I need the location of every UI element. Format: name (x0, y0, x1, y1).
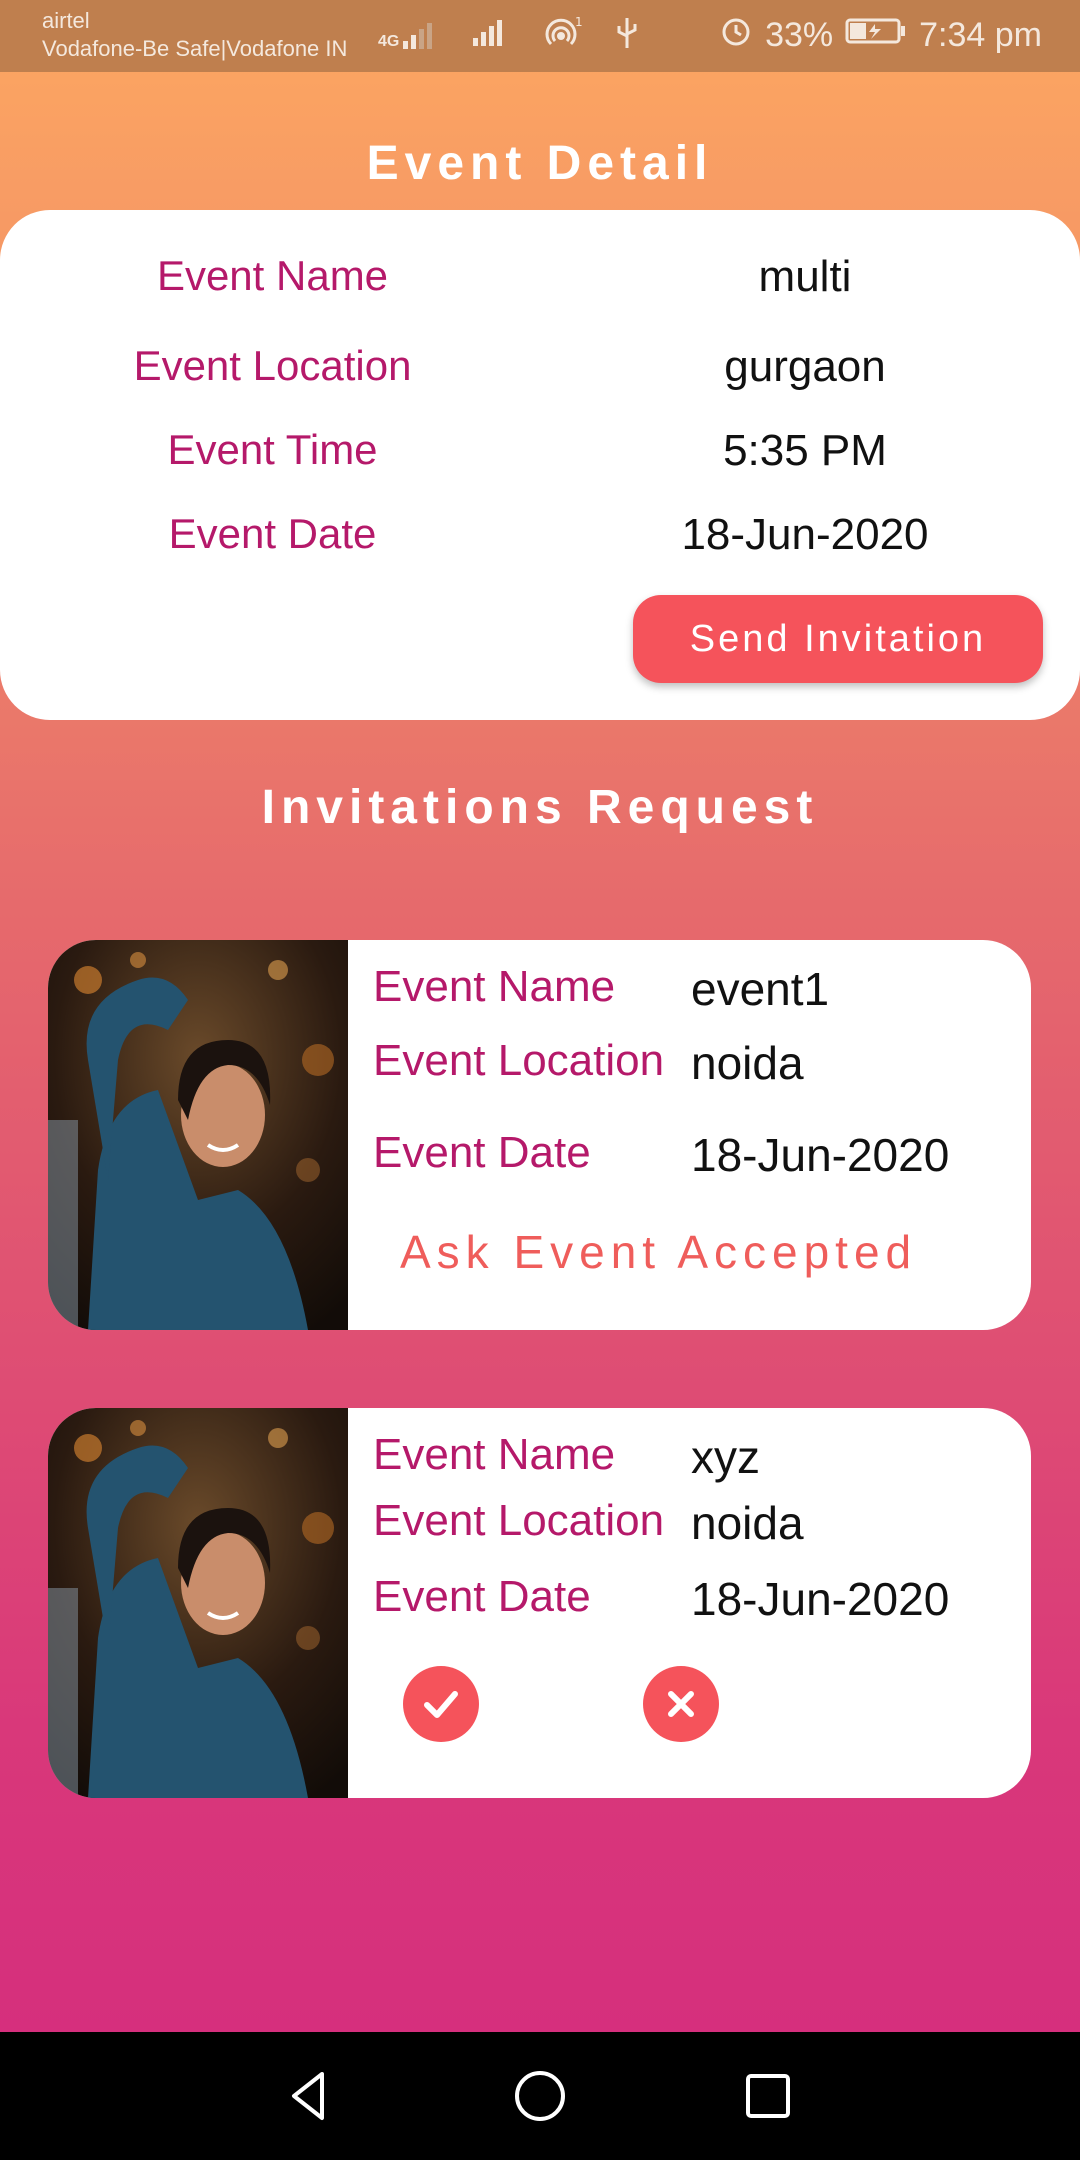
home-circle-icon[interactable] (510, 2066, 570, 2126)
detail-row-location: Event Location gurgaon (0, 342, 1080, 402)
navigation-bar (0, 2032, 1080, 2160)
recents-square-icon[interactable] (738, 2066, 798, 2126)
svg-text:1: 1 (575, 16, 583, 29)
network-type: 4G (378, 32, 400, 50)
detail-row-name: Event Name multi (0, 252, 1080, 312)
detail-label: Event Time (167, 426, 378, 473)
status-right: 33% 7:34 pm (719, 14, 1042, 57)
detail-value: 5:35 PM (723, 426, 887, 475)
close-icon (668, 1691, 694, 1717)
detail-label: Event Location (133, 342, 412, 389)
detail-row-date: Event Date 18-Jun-2020 (0, 510, 1080, 570)
clock-time: 7:34 pm (919, 16, 1042, 54)
card-label: Event Location (373, 1036, 665, 1085)
card-value: noida (691, 1037, 804, 1089)
card-value: 18-Jun-2020 (691, 1573, 950, 1625)
card-label: Event Location (373, 1496, 665, 1545)
signal-icon (471, 18, 511, 53)
carrier-primary: airtel (42, 8, 90, 33)
detail-label: Event Name (156, 252, 389, 299)
card-row-location: Event Location noida (373, 1496, 1023, 1552)
carrier-secondary: Vodafone-Be Safe|Vodafone IN (42, 36, 348, 61)
status-icons: 4G 1 (378, 15, 639, 55)
card-label: Event Name (373, 962, 616, 1011)
reject-button[interactable] (643, 1666, 719, 1742)
card-row-date: Event Date 18-Jun-2020 (373, 1572, 1023, 1628)
check-icon (424, 1691, 458, 1718)
card-row-date: Event Date 18-Jun-2020 (373, 1128, 1023, 1184)
battery-percent: 33% (765, 16, 834, 54)
battery-charging-icon (845, 16, 907, 55)
card-row-location: Event Location noida (373, 1036, 1023, 1092)
card-value: event1 (691, 963, 830, 1015)
card-label: Event Date (373, 1572, 591, 1621)
profile-photo (48, 940, 348, 1330)
event-detail-card: Event Name multi Event Location gurgaon … (0, 210, 1080, 720)
detail-row-time: Event Time 5:35 PM (0, 426, 1080, 486)
page-title: Event Detail (366, 137, 714, 190)
card-row-name: Event Name xyz (373, 1430, 1023, 1486)
alarm-icon (719, 14, 753, 57)
usb-icon (615, 16, 639, 55)
card-label: Event Name (373, 1430, 616, 1479)
detail-value: 18-Jun-2020 (681, 510, 929, 559)
invitation-card[interactable]: Event Name event1 Event Location noida E… (48, 940, 1031, 1330)
detail-value: multi (758, 252, 852, 301)
signal-4g-icon: 4G (378, 21, 441, 51)
card-row-name: Event Name event1 (373, 962, 1023, 1018)
invitation-card[interactable]: Event Name xyz Event Location noida Even… (48, 1408, 1031, 1798)
accept-button[interactable] (403, 1666, 479, 1742)
send-invitation-button[interactable]: Send Invitation (633, 595, 1043, 683)
hotspot-icon: 1 (541, 15, 585, 55)
card-value: xyz (691, 1431, 760, 1483)
status-accepted-text: Ask Event Accepted (400, 1226, 918, 1278)
detail-value: gurgaon (724, 342, 886, 391)
card-value: 18-Jun-2020 (691, 1129, 950, 1181)
section-title: Invitations Request (261, 781, 819, 834)
card-label: Event Date (373, 1128, 591, 1177)
back-triangle-icon[interactable] (280, 2066, 340, 2126)
carrier-info: airtel Vodafone-Be Safe|Vodafone IN (42, 8, 347, 64)
card-value: noida (691, 1497, 804, 1549)
profile-photo (48, 1408, 348, 1798)
detail-label: Event Date (168, 510, 377, 557)
status-bar: airtel Vodafone-Be Safe|Vodafone IN 4G 1… (0, 0, 1080, 72)
